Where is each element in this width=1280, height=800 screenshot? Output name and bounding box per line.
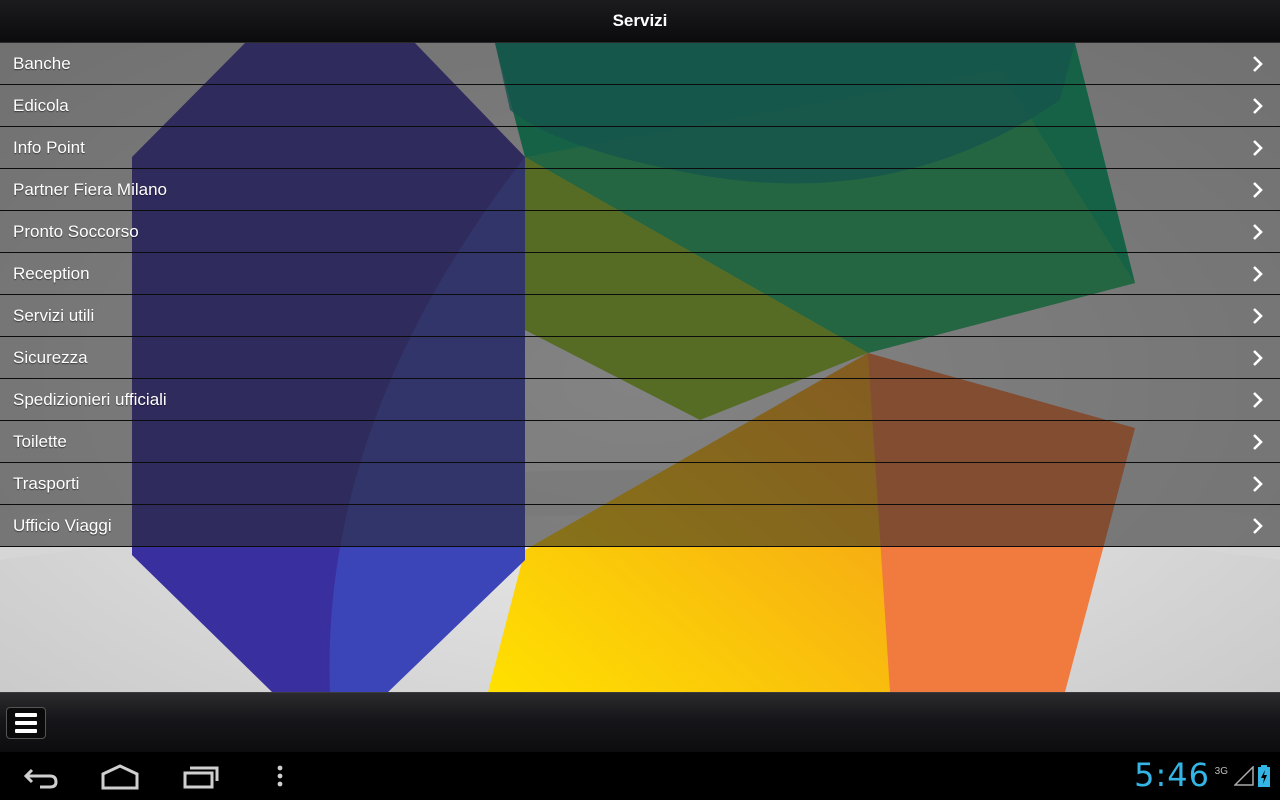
chevron-right-icon: [1253, 307, 1263, 324]
chevron-right-icon: [1253, 391, 1263, 408]
chevron-right-icon: [1253, 97, 1263, 114]
chevron-right-icon: [1253, 223, 1263, 240]
list-item[interactable]: Sicurezza: [0, 337, 1280, 379]
list-item[interactable]: Toilette: [0, 421, 1280, 463]
list-item-label: Reception: [13, 263, 90, 283]
hamburger-line: [15, 729, 37, 733]
network-type: 3G: [1214, 766, 1228, 777]
list-item[interactable]: Spedizionieri ufficiali: [0, 379, 1280, 421]
chevron-right-icon: [1253, 433, 1263, 450]
list-item-label: Info Point: [13, 137, 85, 157]
chevron-right-icon: [1253, 55, 1263, 72]
clock[interactable]: 5:46: [1134, 756, 1210, 794]
list-item[interactable]: Reception: [0, 253, 1280, 295]
services-list: Banche Edicola Info Point Partner Fiera Mil…: [0, 43, 1280, 547]
list-item-label: Partner Fiera Milano: [13, 179, 168, 199]
list-item-label: Spedizionieri ufficiali: [13, 389, 167, 409]
menu-button[interactable]: [6, 707, 46, 739]
list-item-label: Sicurezza: [13, 347, 88, 367]
list-item-label: Edicola: [13, 95, 69, 115]
signal-icon: [1234, 766, 1254, 786]
overflow-menu-icon[interactable]: [274, 762, 286, 790]
chevron-right-icon: [1253, 349, 1263, 366]
hamburger-line: [15, 721, 37, 725]
page-title: Servizi: [612, 11, 668, 30]
list-item[interactable]: Info Point: [0, 127, 1280, 169]
recent-apps-icon[interactable]: [182, 762, 220, 790]
hamburger-menu-icon: [15, 713, 37, 717]
list-item-label: Banche: [13, 53, 71, 73]
battery-icon: [1258, 765, 1270, 787]
chevron-right-icon: [1253, 181, 1263, 198]
list-item[interactable]: Trasporti: [0, 463, 1280, 505]
back-icon[interactable]: [22, 762, 60, 790]
list-item[interactable]: Partner Fiera Milano: [0, 169, 1280, 211]
list-item[interactable]: Edicola: [0, 85, 1280, 127]
list-item-label: Servizi utili: [13, 305, 95, 325]
list-item[interactable]: Ufficio Viaggi: [0, 505, 1280, 547]
chevron-right-icon: [1253, 517, 1263, 534]
chevron-right-icon: [1253, 475, 1263, 492]
system-bar: 5:46 3G: [0, 752, 1280, 800]
list-item-label: Ufficio Viaggi: [13, 515, 112, 535]
home-icon[interactable]: [100, 762, 140, 790]
title-bar: Servizi: [0, 0, 1280, 43]
list-item-label: Toilette: [13, 431, 67, 451]
chevron-right-icon: [1253, 139, 1263, 156]
list-item[interactable]: Banche: [0, 43, 1280, 85]
list-item[interactable]: Servizi utili: [0, 295, 1280, 337]
list-item-label: Trasporti: [13, 473, 80, 493]
list-item[interactable]: Pronto Soccorso: [0, 211, 1280, 253]
chevron-right-icon: [1253, 265, 1263, 282]
list-item-label: Pronto Soccorso: [13, 221, 139, 241]
bottom-action-bar: [0, 692, 1280, 753]
